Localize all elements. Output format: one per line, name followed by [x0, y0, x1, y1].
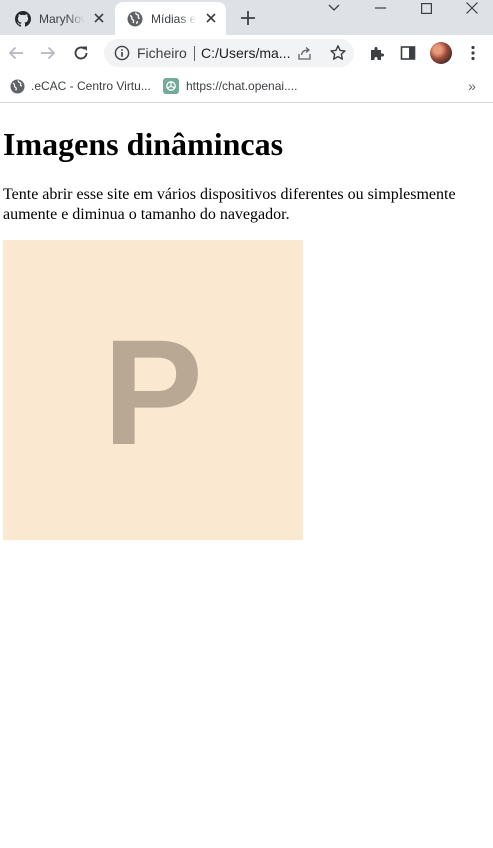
menu-button[interactable] [463, 43, 483, 63]
bookmark-star-icon[interactable] [329, 44, 347, 62]
maximize-button[interactable] [403, 0, 449, 16]
minimize-button[interactable] [357, 0, 403, 16]
bookmark-chat-openai[interactable]: https://chat.openai.... [163, 77, 297, 95]
profile-avatar[interactable] [430, 42, 452, 64]
side-panel-icon [400, 46, 416, 60]
close-icon[interactable] [92, 11, 106, 25]
plus-icon [241, 11, 255, 25]
reload-icon [74, 46, 88, 60]
tab-search-button[interactable] [311, 0, 357, 16]
address-bar[interactable]: Ficheiro C:/Users/ma... [104, 39, 354, 67]
arrow-right-icon [41, 46, 56, 60]
browser-toolbar: Ficheiro C:/Users/ma... [0, 35, 493, 71]
bookmarks-overflow-button[interactable]: » [464, 77, 480, 95]
chevron-down-icon [328, 4, 340, 11]
url-scheme-label: Ficheiro [137, 45, 187, 61]
reload-button[interactable] [71, 43, 91, 63]
tab-title: Mídias e [151, 11, 197, 26]
extensions-button[interactable] [367, 43, 387, 63]
tab-strip: MaryNov Mídias e [0, 0, 493, 35]
close-icon[interactable] [204, 11, 218, 25]
side-panel-button[interactable] [398, 43, 418, 63]
share-icon[interactable] [297, 45, 313, 61]
bookmark-label: https://chat.openai.... [186, 79, 298, 93]
bookmark-label: .eCAC - Centro Virtu... [31, 79, 151, 93]
globe-icon [126, 10, 144, 28]
kebab-menu-icon [471, 45, 475, 61]
openai-icon [163, 78, 179, 94]
back-button[interactable] [6, 43, 26, 63]
url-text[interactable]: C:/Users/ma... [201, 45, 291, 61]
divider [194, 46, 195, 61]
close-icon [466, 2, 478, 14]
github-icon [14, 10, 32, 28]
bookmark-ecac[interactable]: .eCAC - Centro Virtu... [9, 77, 151, 95]
arrow-left-icon [8, 46, 23, 60]
page-heading: Imagens dinâmincas [3, 126, 284, 162]
tab-title: MaryNov [39, 11, 85, 26]
globe-icon [9, 78, 25, 94]
minimize-icon [374, 7, 386, 9]
bookmarks-bar: .eCAC - Centro Virtu... https://chat.ope… [0, 71, 493, 103]
puzzle-icon [371, 47, 384, 60]
page-paragraph: Tente abrir esse site em vários disposit… [3, 186, 456, 223]
close-window-button[interactable] [449, 0, 493, 16]
maximize-icon [420, 2, 432, 14]
tab-midias[interactable]: Mídias e [115, 2, 226, 35]
new-tab-button[interactable] [238, 8, 258, 28]
web-page-content: Imagens dinâmincas Tente abrir esse site… [0, 104, 493, 848]
placeholder-image: P [3, 240, 303, 540]
tab-marynov[interactable]: MaryNov [6, 2, 114, 35]
info-icon[interactable] [114, 45, 130, 61]
forward-button[interactable] [38, 43, 58, 63]
placeholder-letter: P [102, 308, 204, 476]
